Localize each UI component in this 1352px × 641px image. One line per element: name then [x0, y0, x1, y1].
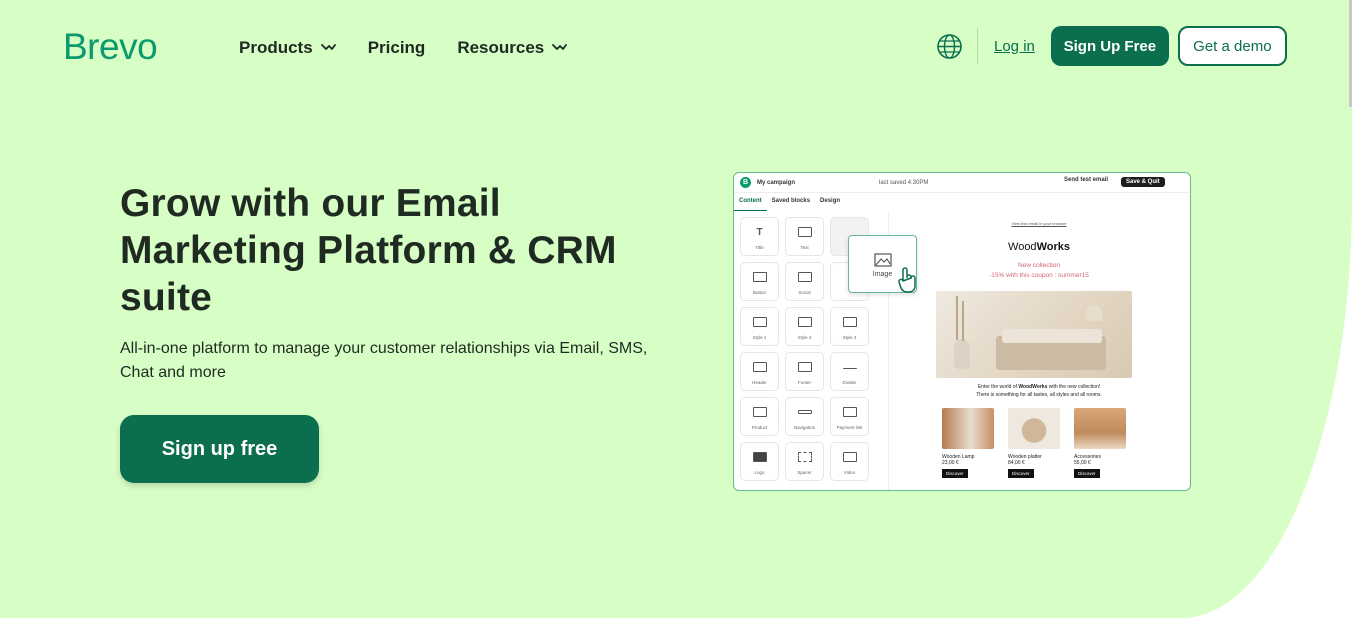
product-discover-button: Discover	[942, 469, 968, 478]
product-image	[1074, 408, 1126, 449]
save-quit-button: Save & Quit	[1121, 177, 1165, 187]
block-logo: Logo	[740, 442, 779, 481]
block-button: Button	[740, 262, 779, 301]
tab-saved-blocks: Saved blocks	[771, 198, 811, 204]
tab-content: Content	[734, 193, 767, 211]
product-image	[942, 408, 994, 449]
product-card: Accessories 55,00 € Discover	[1074, 408, 1126, 478]
block-text: Text	[785, 217, 824, 256]
product-image	[1008, 408, 1060, 449]
email-preview: View this email in your browser WoodWork…	[894, 211, 1184, 490]
hero-signup-button[interactable]: Sign up free	[120, 415, 319, 483]
signup-button[interactable]: Sign Up Free	[1050, 26, 1169, 66]
campaign-name: My campaign	[757, 179, 796, 186]
saved-status: last saved 4:30PM	[879, 179, 929, 186]
product-discover-button: Discover	[1074, 469, 1100, 478]
email-desc-line2: There is something for all tastes, all s…	[976, 392, 1102, 398]
editor-logo-icon: B	[740, 177, 751, 188]
right-nav: Log in Sign Up Free Get a demo	[936, 26, 1287, 66]
block-product: Product	[740, 397, 779, 436]
product-price: 23,00 €	[942, 460, 959, 466]
block-video: Video	[830, 442, 869, 481]
email-desc-line1: Enter the world of WoodWorks with the ne…	[894, 383, 1184, 391]
block-footer: Footer	[785, 352, 824, 391]
block-payment-link: Payment link	[830, 397, 869, 436]
tab-design: Design	[820, 198, 841, 204]
block-social: Social	[785, 262, 824, 301]
editor-preview: B My campaign last saved 4:30PM Send tes…	[733, 172, 1191, 491]
nav-resources-label: Resources	[457, 38, 545, 57]
desc-bold: WoodWorks	[1018, 384, 1048, 390]
brevo-logo[interactable]: Brevo	[63, 26, 158, 68]
login-link[interactable]: Log in	[994, 38, 1035, 55]
nav-divider	[977, 28, 978, 64]
product-discover-button: Discover	[1008, 469, 1034, 478]
chevron-down-icon	[552, 44, 568, 50]
nav-resources[interactable]: Resources	[457, 38, 568, 58]
email-description: Enter the world of WoodWorks with the ne…	[894, 383, 1184, 399]
editor-topbar: B My campaign last saved 4:30PM Send tes…	[734, 173, 1190, 193]
email-brand-bold: Works	[1036, 241, 1070, 253]
hero-subtitle: All-in-one platform to manage your custo…	[120, 340, 648, 381]
desc-suffix: with the new collection!	[1047, 384, 1101, 390]
block-title: T Title	[740, 217, 779, 256]
block-style-1: Style 1	[740, 307, 779, 346]
product-card: Wooden Lamp 23,00 € Discover	[942, 408, 994, 478]
desc-prefix: Enter the world of	[977, 384, 1019, 390]
email-hero-image	[936, 291, 1132, 378]
email-promo: New collection -15% with this coupon : s…	[894, 261, 1184, 281]
new-collection-text: New collection	[1018, 262, 1060, 269]
hero-title: Grow with our Email Marketing Platform &…	[120, 182, 617, 319]
main-nav: Products Pricing Resources	[239, 38, 568, 58]
get-demo-button[interactable]: Get a demo	[1177, 26, 1287, 66]
nav-products[interactable]: Products	[239, 38, 336, 58]
nav-products-label: Products	[239, 38, 313, 57]
coupon-text: -15% with this coupon : summer15	[989, 272, 1089, 279]
product-price: 84,00 €	[1008, 460, 1025, 466]
product-card: Wooden platter 84,00 € Discover	[1008, 408, 1060, 478]
nav-pricing-label: Pricing	[367, 38, 426, 57]
product-price: 55,00 €	[1074, 460, 1091, 466]
email-brand-light: Wood	[1008, 241, 1037, 253]
nav-pricing[interactable]: Pricing	[368, 38, 426, 58]
drag-image-label: Image	[872, 271, 893, 278]
block-style-2: Style 2	[785, 307, 824, 346]
view-in-browser-link: View this email in your browser	[1011, 221, 1067, 226]
chevron-down-icon	[320, 44, 336, 50]
block-style-3: Style 3	[830, 307, 869, 346]
block-header: Header	[740, 352, 779, 391]
image-icon	[873, 253, 892, 267]
globe-icon[interactable]	[936, 33, 963, 60]
email-brand: WoodWorks	[894, 241, 1184, 253]
editor-tabs: Content Saved blocks Design	[734, 193, 889, 211]
block-divider: Divider	[830, 352, 869, 391]
send-test-button: Send test email	[1064, 177, 1109, 183]
block-spacer: Spacer	[785, 442, 824, 481]
block-navigation: Navigation	[785, 397, 824, 436]
